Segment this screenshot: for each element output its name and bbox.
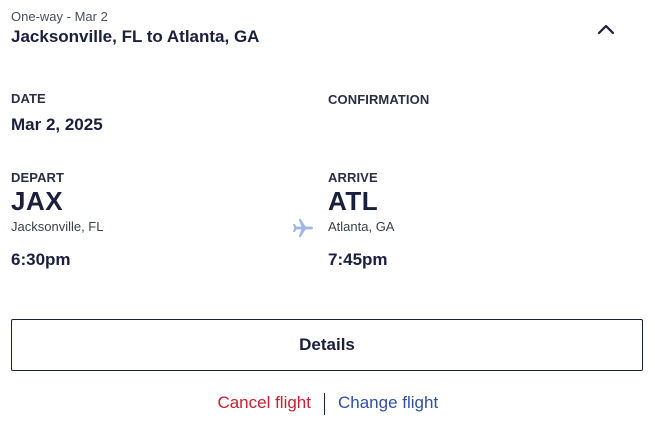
arrive-label: ARRIVE (328, 170, 378, 185)
date-label: DATE (11, 91, 46, 106)
cancel-flight-link[interactable]: Cancel flight (217, 393, 311, 413)
confirmation-label: CONFIRMATION (328, 92, 430, 107)
arrive-time: 7:45pm (328, 250, 388, 269)
collapse-button[interactable] (590, 16, 622, 44)
flight-card: One-way - Mar 2 Jacksonville, FL to Atla… (0, 0, 655, 424)
trip-title: Jacksonville, FL to Atlanta, GA (11, 27, 260, 46)
airplane-icon (293, 219, 313, 237)
date-value: Mar 2, 2025 (11, 115, 103, 134)
action-divider (324, 393, 325, 415)
arrive-airport-code: ATL (328, 186, 379, 216)
trip-subtitle: One-way - Mar 2 (11, 9, 108, 24)
depart-airport-code: JAX (11, 186, 64, 216)
depart-city: Jacksonville, FL (11, 219, 104, 234)
details-button[interactable]: Details (11, 319, 643, 371)
depart-time: 6:30pm (11, 250, 71, 269)
chevron-up-icon (597, 24, 615, 35)
arrive-city: Atlanta, GA (328, 219, 395, 234)
depart-label: DEPART (11, 170, 65, 185)
change-flight-link[interactable]: Change flight (338, 393, 438, 413)
